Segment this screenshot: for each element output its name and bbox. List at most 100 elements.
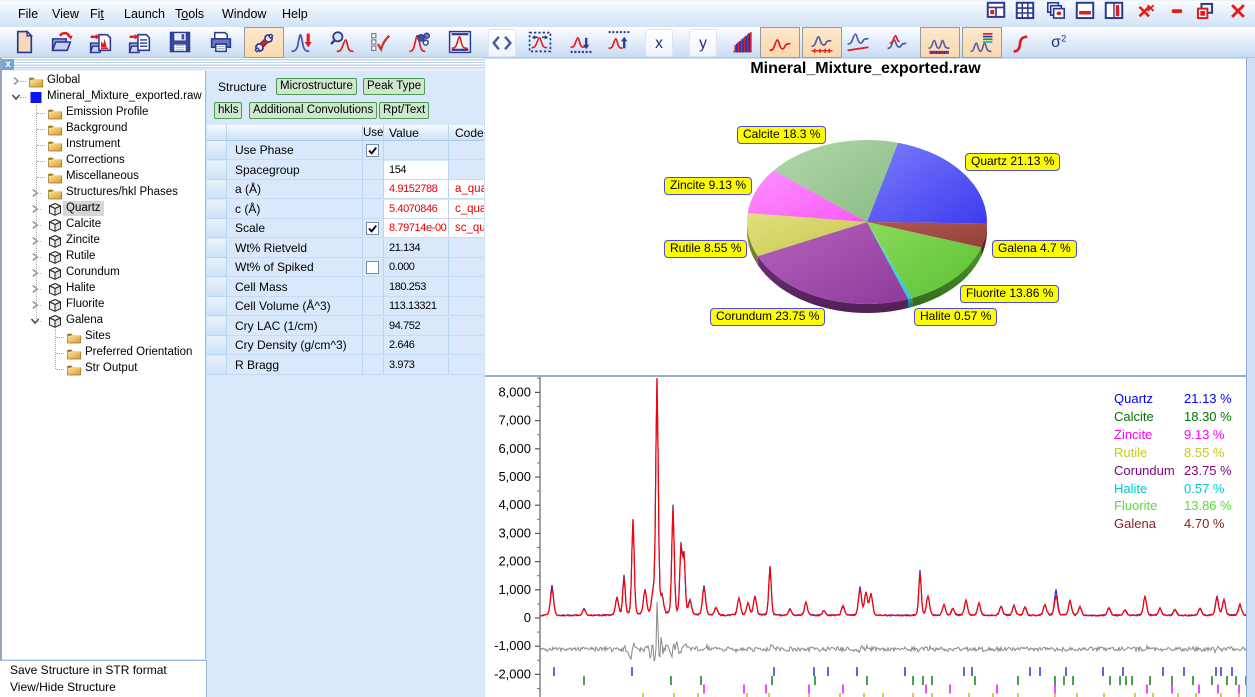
code-cell[interactable] — [449, 336, 484, 355]
code-cell[interactable]: c_qua — [449, 200, 484, 219]
menu-item-fit[interactable]: Fit — [82, 1, 112, 27]
peak-shift-down-button[interactable] — [564, 28, 598, 56]
tree-item-quartz[interactable]: Quartz — [2, 201, 205, 217]
tree-item-emission-profile[interactable]: Emission Profile — [2, 105, 205, 121]
value-cell[interactable]: 113.13321 — [384, 297, 449, 316]
tree-item-background[interactable]: Background — [2, 121, 205, 137]
value-cell[interactable]: 180.253 — [384, 278, 449, 297]
zoom-peak-button[interactable] — [325, 28, 359, 56]
row-header[interactable] — [207, 180, 227, 199]
row-header[interactable] — [207, 278, 227, 297]
dock-close-icon[interactable]: x — [2, 59, 14, 70]
tree-item-mineral-mixture-exported-raw[interactable]: Mineral_Mixture_exported.raw — [2, 89, 205, 105]
window-layout-button[interactable] — [985, 0, 1008, 23]
tree-item-calcite[interactable]: Calcite — [2, 217, 205, 233]
x-axis-button[interactable]: x — [645, 29, 673, 57]
import-scan-button[interactable] — [84, 28, 118, 56]
calc-pattern-button[interactable] — [760, 27, 800, 58]
additional-convolutions-button[interactable]: Additional Convolutions — [249, 102, 377, 119]
code-cell[interactable] — [449, 356, 484, 375]
code-cell[interactable]: a_qua — [449, 180, 484, 199]
import-document-button[interactable] — [123, 28, 157, 56]
tree-item-corrections[interactable]: Corrections — [2, 153, 205, 169]
value-cell[interactable] — [384, 141, 449, 160]
peak-shift-up-button[interactable] — [602, 28, 636, 56]
y-axis-button[interactable]: y — [689, 29, 717, 57]
tree-item-galena[interactable]: Galena — [2, 313, 205, 329]
value-cell[interactable]: 8.79714e-00 — [384, 219, 449, 238]
tree-item-str-output[interactable]: Str Output — [2, 361, 205, 377]
code-cell[interactable] — [449, 297, 484, 316]
select-range-button[interactable] — [523, 28, 557, 56]
rpt-text-button[interactable]: Rpt/Text — [379, 102, 429, 119]
checkbox-checked[interactable] — [366, 222, 379, 235]
fit-wrench-button[interactable] — [244, 27, 284, 58]
value-cell[interactable]: 3.973 — [384, 356, 449, 375]
code-brackets-button[interactable] — [488, 29, 516, 57]
minimize-button[interactable] — [1166, 0, 1189, 23]
checklist-button[interactable] — [363, 28, 397, 56]
close-button[interactable] — [1227, 0, 1250, 23]
code-cell[interactable]: sc_qu — [449, 219, 484, 238]
background-line-button[interactable] — [841, 28, 875, 56]
menu-item-help[interactable]: Help — [274, 1, 316, 27]
tree-item-rutile[interactable]: Rutile — [2, 249, 205, 265]
row-header[interactable] — [207, 356, 227, 375]
code-cell[interactable] — [449, 161, 484, 180]
peak-insert-button[interactable] — [286, 28, 320, 56]
code-cell[interactable] — [449, 239, 484, 258]
row-header[interactable] — [207, 200, 227, 219]
value-cell[interactable]: 2.646 — [384, 336, 449, 355]
save-button[interactable] — [163, 28, 197, 56]
tree-item-global[interactable]: Global — [2, 73, 205, 89]
legend-display-button[interactable] — [962, 27, 1002, 58]
tree-item-fluorite[interactable]: Fluorite — [2, 297, 205, 313]
new-file-button[interactable] — [7, 28, 41, 56]
menu-item-file[interactable]: File — [10, 1, 46, 27]
value-cell[interactable]: 21.134 — [384, 239, 449, 258]
tree-item-miscellaneous[interactable]: Miscellaneous — [2, 169, 205, 185]
cascade-windows-button[interactable] — [1045, 0, 1068, 23]
code-cell[interactable] — [449, 317, 484, 336]
code-cell[interactable] — [449, 258, 484, 277]
value-cell[interactable]: 154 — [384, 161, 449, 180]
tree-item-halite[interactable]: Halite — [2, 281, 205, 297]
row-header[interactable] — [207, 317, 227, 336]
checkbox-checked[interactable] — [366, 144, 379, 157]
row-header[interactable] — [207, 219, 227, 238]
peak-type-button[interactable]: Peak Type — [363, 78, 425, 95]
row-header[interactable] — [207, 336, 227, 355]
tree-item-corundum[interactable]: Corundum — [2, 265, 205, 281]
tree-item-sites[interactable]: Sites — [2, 329, 205, 345]
difference-plot-button[interactable] — [802, 27, 842, 58]
split-horizontal-button[interactable] — [1074, 0, 1097, 23]
hkl-ticks-button[interactable] — [920, 27, 960, 58]
value-cell[interactable]: 5.4070846 — [384, 200, 449, 219]
window-grid-button[interactable] — [1014, 0, 1037, 23]
row-header[interactable] — [207, 141, 227, 160]
menu-item-window[interactable]: Window — [214, 1, 274, 27]
checkbox-unchecked[interactable] — [366, 261, 379, 274]
value-cell[interactable]: 4.9152788 — [384, 180, 449, 199]
split-vertical-button[interactable] — [1103, 0, 1126, 23]
close-all-button[interactable] — [1135, 0, 1158, 23]
value-cell[interactable]: 0.000 — [384, 258, 449, 277]
obs-calc-overlay-button[interactable] — [881, 28, 915, 56]
hkls-button[interactable]: hkls — [214, 102, 242, 119]
tree-item-structures-hkl-phases[interactable]: Structures/hkl Phases — [2, 185, 205, 201]
row-header[interactable] — [207, 297, 227, 316]
tree-item-zincite[interactable]: Zincite — [2, 233, 205, 249]
row-header[interactable] — [207, 239, 227, 258]
row-header[interactable] — [207, 258, 227, 277]
sigmoid-button[interactable] — [1005, 28, 1039, 56]
code-cell[interactable] — [449, 278, 484, 297]
print-button[interactable] — [204, 28, 238, 56]
structure-peak-button[interactable] — [404, 28, 438, 56]
open-file-button[interactable] — [45, 28, 79, 56]
histogram-bars-button[interactable] — [726, 28, 760, 56]
menu-item-view[interactable]: View — [44, 1, 87, 27]
menu-item-tools[interactable]: Tools — [167, 1, 212, 27]
tree-item-preferred-orientation[interactable]: Preferred Orientation — [2, 345, 205, 361]
restore-button[interactable] — [1194, 0, 1217, 23]
microstructure-button[interactable]: Microstructure — [276, 78, 357, 95]
